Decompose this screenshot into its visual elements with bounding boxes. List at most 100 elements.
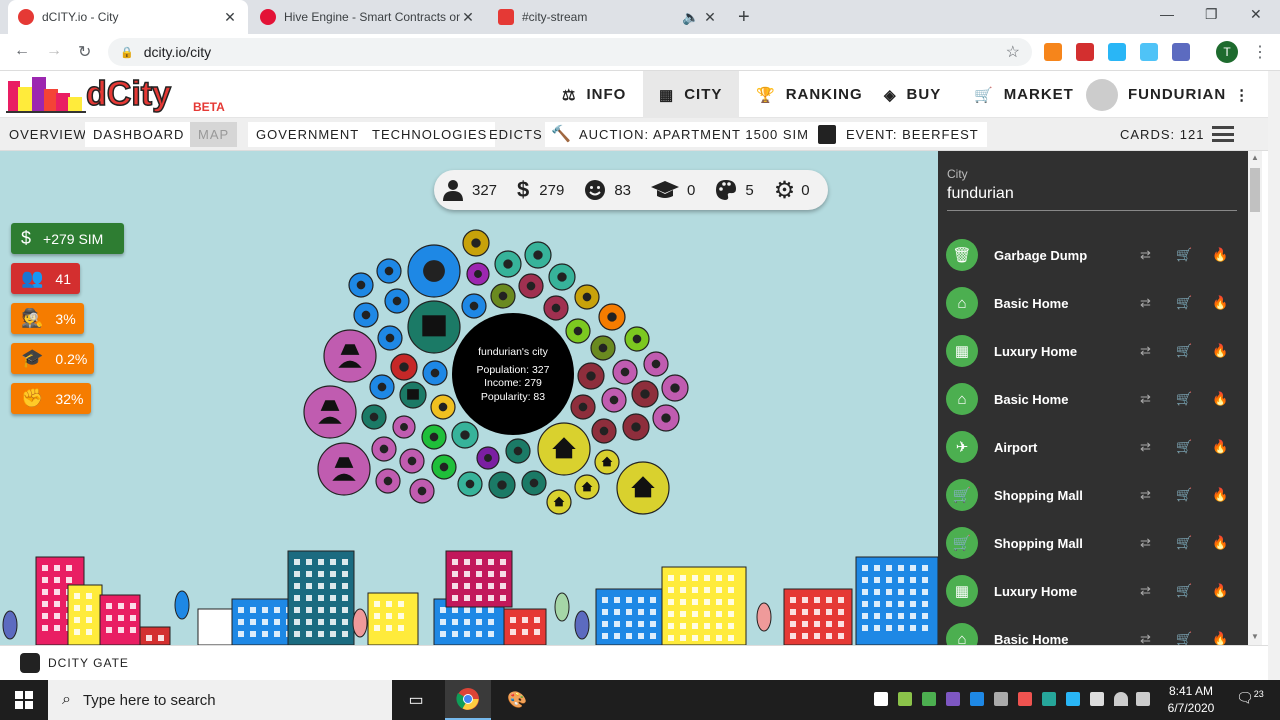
extension-wave-icon[interactable] bbox=[1140, 43, 1158, 61]
building-bubble[interactable] bbox=[590, 335, 616, 361]
tray-font-icon[interactable] bbox=[970, 692, 984, 706]
scroll-down-icon[interactable]: ▼ bbox=[1251, 632, 1259, 641]
building-bubble[interactable] bbox=[643, 351, 669, 377]
building-bubble[interactable] bbox=[574, 284, 600, 310]
extension-keychain-icon[interactable] bbox=[1172, 43, 1190, 61]
tab-hive-engine[interactable]: Hive Engine - Smart Contracts on ✕ bbox=[250, 0, 486, 34]
minimize-icon[interactable]: — bbox=[1160, 6, 1174, 22]
transfer-icon[interactable]: ⇄ bbox=[1140, 391, 1151, 407]
sidebar-card-row[interactable]: 🛒 Shopping Mall ⇄ 🛒 🔥 bbox=[938, 471, 1248, 519]
building-bubble[interactable] bbox=[462, 229, 490, 257]
building-bubble[interactable] bbox=[622, 413, 650, 441]
building-bubble[interactable] bbox=[546, 489, 572, 515]
building-bubble[interactable] bbox=[451, 421, 479, 449]
bookmark-star-icon[interactable]: ☆ bbox=[1006, 42, 1020, 62]
burn-icon[interactable]: 🔥 bbox=[1212, 343, 1228, 359]
transfer-icon[interactable]: ⇄ bbox=[1140, 535, 1151, 551]
building-bubble[interactable] bbox=[361, 404, 387, 430]
protest-badge[interactable]: ✊ 32% bbox=[11, 383, 91, 414]
building-bubble[interactable] bbox=[518, 273, 544, 299]
battery-icon[interactable] bbox=[1090, 692, 1104, 706]
nav-market[interactable]: 🛒 MARKET bbox=[958, 71, 1090, 118]
building-bubble[interactable] bbox=[323, 329, 377, 383]
building-bubble[interactable] bbox=[490, 283, 516, 309]
tray-gear-icon[interactable] bbox=[1066, 692, 1080, 706]
building-bubble[interactable] bbox=[457, 471, 483, 497]
market-cart-icon[interactable]: 🛒 bbox=[1176, 631, 1192, 645]
forward-icon[interactable]: → bbox=[46, 42, 62, 60]
building-bubble[interactable] bbox=[631, 380, 659, 408]
building-bubble[interactable] bbox=[377, 325, 403, 351]
building-bubble[interactable] bbox=[431, 454, 457, 480]
subnav-dashboard[interactable]: DASHBOARD bbox=[85, 122, 193, 147]
burn-icon[interactable]: 🔥 bbox=[1212, 391, 1228, 407]
city-name-field[interactable]: fundurian bbox=[947, 185, 1014, 203]
building-bubble[interactable] bbox=[494, 250, 522, 278]
reload-icon[interactable]: ↻ bbox=[78, 42, 91, 62]
burn-icon[interactable]: 🔥 bbox=[1212, 439, 1228, 455]
tray-app2-icon[interactable] bbox=[1018, 692, 1032, 706]
notification-center-icon[interactable]: 🗨23 bbox=[1236, 689, 1264, 707]
window-close-icon[interactable]: ✕ bbox=[1250, 6, 1262, 23]
city-center-bubble[interactable]: fundurian's city Population: 327Income: 2… bbox=[452, 313, 574, 435]
building-bubble[interactable] bbox=[369, 374, 395, 400]
building-bubble[interactable] bbox=[570, 394, 596, 420]
building-bubble[interactable] bbox=[399, 381, 427, 409]
building-bubble[interactable] bbox=[652, 404, 680, 432]
url-field[interactable]: 🔒 dcity.io/city ☆ bbox=[108, 38, 1032, 66]
transfer-icon[interactable]: ⇄ bbox=[1140, 583, 1151, 599]
nav-user[interactable]: FUNDURIAN ⋮ bbox=[1078, 71, 1266, 118]
sidebar-scrollbar[interactable]: ▲ ▼ bbox=[1248, 151, 1262, 645]
page-scrollbar[interactable] bbox=[1268, 71, 1280, 680]
burn-icon[interactable]: 🔥 bbox=[1212, 583, 1228, 599]
building-bubble[interactable] bbox=[548, 263, 576, 291]
restore-icon[interactable]: ❐ bbox=[1205, 6, 1218, 23]
tray-teams-icon[interactable] bbox=[946, 692, 960, 706]
start-button[interactable] bbox=[0, 680, 48, 720]
building-bubble[interactable] bbox=[521, 470, 547, 496]
building-bubble[interactable] bbox=[524, 241, 552, 269]
unemployed-badge[interactable]: 👥 41 bbox=[11, 263, 80, 294]
building-bubble[interactable] bbox=[422, 360, 448, 386]
new-tab-icon[interactable]: + bbox=[738, 7, 750, 27]
sidebar-card-row[interactable]: ⌂ Basic Home ⇄ 🛒 🔥 bbox=[938, 615, 1248, 645]
volume-icon[interactable] bbox=[1136, 692, 1150, 706]
sidebar-scroll-thumb[interactable] bbox=[1250, 168, 1260, 212]
subnav-event[interactable]: EVENT: BEERFEST bbox=[808, 122, 987, 147]
building-bubble[interactable] bbox=[353, 302, 379, 328]
taskbar-clock[interactable]: 8:41 AM 6/7/2020 bbox=[1158, 683, 1224, 717]
income-badge[interactable]: $ +279 SIM bbox=[11, 223, 124, 254]
building-bubble[interactable] bbox=[616, 461, 670, 515]
extension-copy-icon[interactable] bbox=[1108, 43, 1126, 61]
building-bubble[interactable] bbox=[476, 446, 500, 470]
burn-icon[interactable]: 🔥 bbox=[1212, 247, 1228, 263]
building-bubble[interactable] bbox=[565, 318, 591, 344]
market-cart-icon[interactable]: 🛒 bbox=[1176, 295, 1192, 311]
dcity-logo[interactable]: dCity BETA bbox=[6, 73, 226, 117]
mute-icon[interactable]: 🔈 bbox=[682, 9, 699, 26]
transfer-icon[interactable]: ⇄ bbox=[1140, 487, 1151, 503]
transfer-icon[interactable]: ⇄ bbox=[1140, 631, 1151, 645]
building-bubble[interactable] bbox=[375, 468, 401, 494]
sidebar-card-row[interactable]: ⌂ Basic Home ⇄ 🛒 🔥 bbox=[938, 375, 1248, 423]
tab-dcity[interactable]: dCITY.io - City ✕ bbox=[8, 0, 248, 34]
defender-tray-icon[interactable] bbox=[874, 692, 888, 706]
market-cart-icon[interactable]: 🛒 bbox=[1176, 391, 1192, 407]
sidebar-card-row[interactable]: 🛒 Shopping Mall ⇄ 🛒 🔥 bbox=[938, 519, 1248, 567]
sidebar-card-row[interactable]: ✈ Airport ⇄ 🛒 🔥 bbox=[938, 423, 1248, 471]
subnav-map[interactable]: MAP bbox=[190, 122, 238, 147]
building-bubble[interactable] bbox=[376, 258, 402, 284]
back-icon[interactable]: ← bbox=[14, 42, 30, 60]
building-bubble[interactable] bbox=[384, 288, 410, 314]
building-bubble[interactable] bbox=[466, 262, 490, 286]
building-bubble[interactable] bbox=[591, 418, 617, 444]
nav-ranking[interactable]: 🏆 RANKING bbox=[740, 71, 879, 118]
market-cart-icon[interactable]: 🛒 bbox=[1176, 247, 1192, 263]
crime-badge[interactable]: 🕵 3% bbox=[11, 303, 84, 334]
gate-footer[interactable]: DCITY GATE bbox=[0, 645, 1268, 680]
building-bubble[interactable] bbox=[348, 272, 374, 298]
subnav-edicts[interactable]: EDICTS bbox=[481, 122, 551, 147]
building-bubble[interactable] bbox=[505, 438, 531, 464]
burn-icon[interactable]: 🔥 bbox=[1212, 631, 1228, 645]
building-bubble[interactable] bbox=[392, 415, 416, 439]
